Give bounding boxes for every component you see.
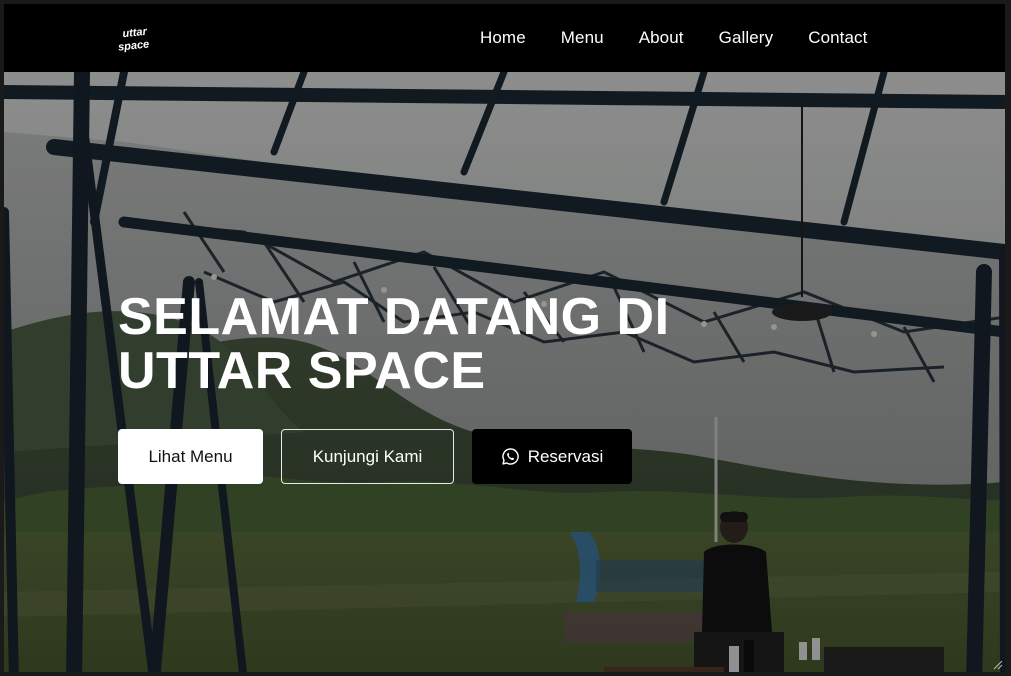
navbar: uttar space Home Menu About Gallery Cont… <box>4 4 1005 72</box>
hero-section: SELAMAT DATANG DI UTTAR SPACE Lihat Menu… <box>4 72 1005 672</box>
nav-links: Home Menu About Gallery Contact <box>480 4 867 72</box>
whatsapp-icon <box>501 448 519 465</box>
hero-title-line-1: SELAMAT DATANG DI <box>118 288 670 346</box>
svg-text:space: space <box>118 38 150 53</box>
visit-us-button[interactable]: Kunjungi Kami <box>281 429 454 484</box>
nav-contact[interactable]: Contact <box>808 28 867 48</box>
nav-gallery[interactable]: Gallery <box>719 28 774 48</box>
resize-grip-icon[interactable] <box>991 658 1003 670</box>
hero-buttons: Lihat Menu Kunjungi Kami Reservasi <box>118 429 632 484</box>
reservation-button-label: Reservasi <box>527 446 604 466</box>
view-menu-button[interactable]: Lihat Menu <box>118 429 263 484</box>
uttar-space-logo-icon: uttar space <box>118 26 150 54</box>
nav-about[interactable]: About <box>639 28 684 48</box>
hero-title-line-2: UTTAR SPACE <box>118 342 486 400</box>
browser-viewport: uttar space Home Menu About Gallery Cont… <box>0 0 1011 676</box>
nav-menu[interactable]: Menu <box>561 28 604 48</box>
hero-title: SELAMAT DATANG DI UTTAR SPACE <box>118 290 738 398</box>
nav-home[interactable]: Home <box>480 28 526 48</box>
brand-logo[interactable]: uttar space <box>118 21 152 55</box>
reservation-button[interactable]: Reservasi <box>472 429 632 484</box>
